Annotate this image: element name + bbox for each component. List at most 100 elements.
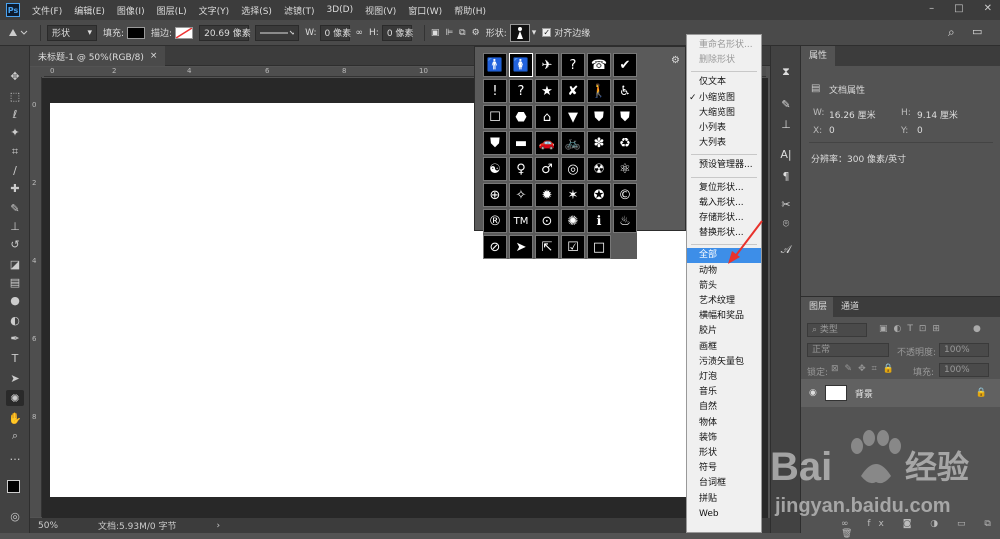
shape-swatch[interactable]: ✶ [561, 183, 585, 207]
maximize-button[interactable]: □ [954, 3, 963, 14]
shape-swatch[interactable]: ♻ [613, 131, 637, 155]
visibility-eye-icon[interactable]: ◉ [809, 388, 817, 398]
lock-icons[interactable]: ⊠✎✥⌗🔒 [831, 364, 900, 374]
fill-input[interactable]: 100% [939, 363, 989, 377]
shape-swatch[interactable]: ⛊ [587, 105, 611, 129]
type-tool-icon[interactable]: T [6, 350, 24, 366]
zoom-level[interactable]: 50% [38, 521, 58, 531]
shape-swatch[interactable]: ☢ [587, 157, 611, 181]
clone-stamp-tool-icon[interactable]: ⊥ [6, 218, 24, 234]
shape-swatch[interactable]: ® [483, 209, 507, 233]
menu-window[interactable]: 窗口(W) [408, 4, 442, 17]
path-operations-icon[interactable]: ▣ [431, 28, 440, 38]
shape-swatch[interactable]: 🚶 [587, 79, 611, 103]
menu-filter[interactable]: 滤镜(T) [284, 4, 315, 17]
menu-item[interactable]: 灯泡 [687, 370, 761, 385]
history-brush-tool-icon[interactable]: ↺ [6, 236, 24, 252]
shape-swatch[interactable]: ⊘ [483, 235, 507, 259]
glyphs-icon[interactable]: 𝒜 [778, 242, 794, 258]
shape-swatch[interactable]: ✪ [587, 183, 611, 207]
shape-picker-button[interactable] [509, 23, 530, 42]
shape-swatch[interactable]: ✧ [509, 183, 533, 207]
quick-mask-icon[interactable]: ◎ [6, 508, 24, 524]
shape-swatch[interactable]: ★ [535, 79, 559, 103]
blur-tool-icon[interactable]: ● [6, 292, 24, 308]
menu-item[interactable]: 预设管理器... [687, 158, 761, 173]
menu-file[interactable]: 文件(F) [32, 4, 62, 17]
shape-swatch[interactable]: ✽ [587, 131, 611, 155]
menu-item[interactable]: ✓ 小缩览图 [687, 91, 761, 106]
shape-swatch[interactable]: ☯ [483, 157, 507, 181]
shape-swatch[interactable]: ✺ [561, 209, 585, 233]
menu-item[interactable]: 胶片 [687, 324, 761, 339]
align-edges-checkbox[interactable]: ✓ 对齐边缘 [542, 26, 590, 39]
menu-item[interactable]: 大列表 [687, 136, 761, 151]
link-icon[interactable]: ∞ [356, 28, 364, 38]
stroke-width-input[interactable]: 20.69 像素 [199, 24, 251, 41]
blend-mode-select[interactable]: 正常 [807, 343, 889, 357]
shape-swatch[interactable]: ⊕ [483, 183, 507, 207]
menu-edit[interactable]: 编辑(E) [74, 4, 105, 17]
menu-item[interactable]: 装饰 [687, 431, 761, 446]
height-input[interactable]: 0 像素 [381, 24, 413, 41]
layer-name[interactable]: 背景 [855, 387, 873, 400]
width-input[interactable]: 0 像素 [319, 24, 351, 41]
path-selection-tool-icon[interactable]: ➤ [6, 370, 24, 386]
tool-preset-picker[interactable] [6, 26, 28, 40]
close-button[interactable]: ✕ [984, 3, 992, 14]
shape-swatch[interactable]: ✹ [535, 183, 559, 207]
close-tab-icon[interactable]: × [150, 51, 158, 61]
move-tool-icon[interactable]: ✥ [6, 68, 24, 84]
more-tools-icon[interactable]: … [6, 448, 24, 464]
path-arrangement-icon[interactable]: ⧉ [459, 28, 465, 38]
healing-brush-tool-icon[interactable]: ✚ [6, 180, 24, 196]
tab-channels[interactable]: 通道 [833, 297, 868, 317]
crop-tool-icon[interactable]: ⌗ [6, 144, 24, 160]
stroke-swatch[interactable] [175, 26, 194, 39]
eraser-tool-icon[interactable]: ◪ [6, 256, 24, 272]
layer-filter-icons[interactable]: ▣◐T⊡⊞ [879, 324, 946, 334]
shape-swatch[interactable]: 🚺 [509, 53, 533, 77]
shape-swatch[interactable]: TM [509, 209, 533, 233]
x-value[interactable]: 0 [829, 126, 835, 136]
shape-swatch[interactable]: 🚗 [535, 131, 559, 155]
shape-swatch[interactable]: □ [587, 235, 611, 259]
shape-swatch[interactable]: ? [561, 53, 585, 77]
menu-item[interactable]: 物体 [687, 416, 761, 431]
shape-swatch[interactable]: ◎ [561, 157, 585, 181]
menu-type[interactable]: 文字(Y) [199, 4, 230, 17]
menu-item[interactable]: 形状 [687, 446, 761, 461]
menu-item[interactable]: 艺术纹理 [687, 294, 761, 309]
document-info[interactable]: 文档:5.93M/0 字节 [98, 519, 176, 532]
chevron-down-icon[interactable]: ▾ [532, 28, 537, 38]
shape-swatch[interactable]: ⇱ [535, 235, 559, 259]
lasso-tool-icon[interactable]: ℓ [6, 106, 24, 122]
shape-swatch[interactable]: © [613, 183, 637, 207]
menu-view[interactable]: 视图(V) [365, 4, 396, 17]
opacity-input[interactable]: 100% [939, 343, 989, 357]
shape-swatch[interactable]: ♿ [613, 79, 637, 103]
shape-swatch[interactable]: ✈ [535, 53, 559, 77]
shape-swatch[interactable]: ♂ [535, 157, 559, 181]
shape-swatch[interactable]: ⊙ [535, 209, 559, 233]
menu-help[interactable]: 帮助(H) [454, 4, 486, 17]
menu-item[interactable]: 箭头 [687, 279, 761, 294]
path-alignment-icon[interactable]: ⊫ [445, 28, 453, 38]
gear-icon[interactable]: ⚙ [472, 28, 480, 38]
menu-item[interactable]: 拼贴 [687, 492, 761, 507]
height-value[interactable]: 9.14 厘米 [917, 108, 958, 121]
character-icon[interactable]: A| [778, 146, 794, 162]
menu-item[interactable]: Web [687, 507, 761, 522]
tab-properties[interactable]: 属性 [801, 46, 836, 66]
menu-image[interactable]: 图像(I) [117, 4, 145, 17]
menu-item[interactable]: 仅文本 [687, 75, 761, 90]
magic-wand-tool-icon[interactable]: ✦ [6, 124, 24, 140]
shape-swatch[interactable]: ⛊ [613, 105, 637, 129]
brush-settings-icon[interactable]: ✎ [778, 96, 794, 112]
menu-item[interactable]: 大缩览图 [687, 106, 761, 121]
shape-swatch[interactable]: 🚹 [483, 53, 507, 77]
settings-icon[interactable]: ⚙ [671, 55, 680, 66]
custom-shape-tool-icon[interactable]: ✺ [6, 390, 24, 406]
search-icon[interactable]: ⌕ [948, 25, 955, 40]
chevron-right-icon[interactable]: › [216, 521, 220, 531]
